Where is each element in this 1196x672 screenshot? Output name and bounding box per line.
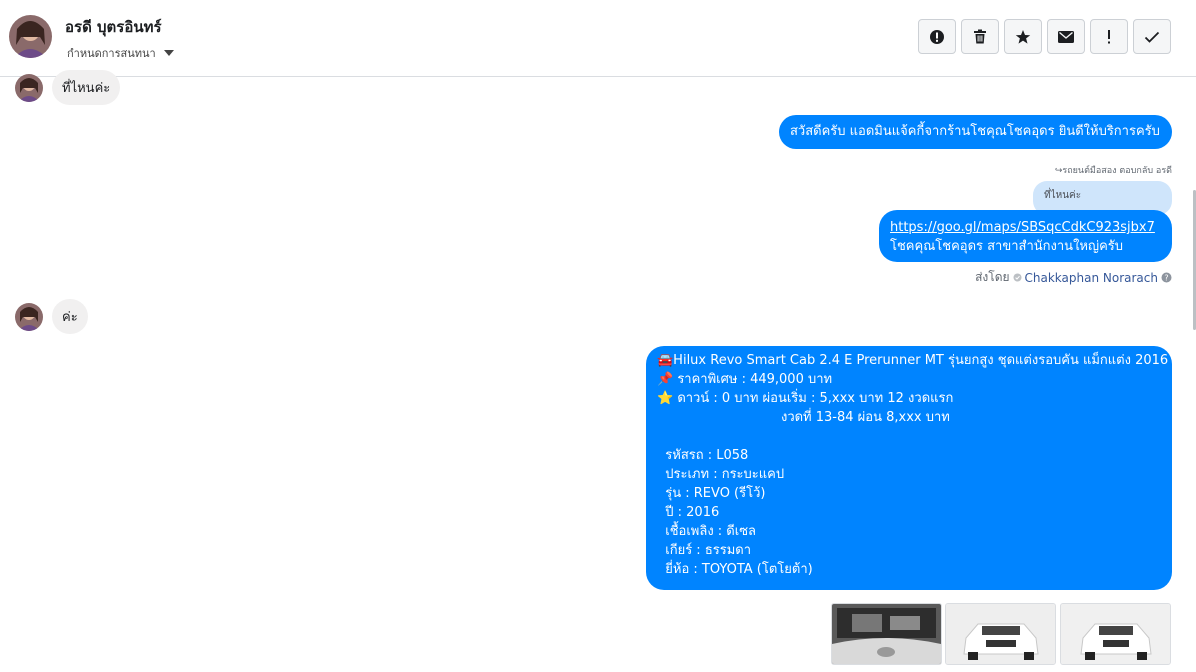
sent-by-line: ส่งโดย Chakkaphan Norarach ? [975, 268, 1172, 287]
trash-icon [974, 29, 986, 44]
verified-icon [1013, 273, 1022, 282]
sender-avatar[interactable] [15, 74, 43, 102]
contact-avatar[interactable] [9, 15, 52, 58]
outgoing-message[interactable]: สวัสดีครับ แอดมินแจ้คกี้จากร้านโชคุณโชคอ… [779, 115, 1172, 149]
sender-avatar[interactable] [15, 303, 43, 331]
listing-line: งวดที่ 13-84 ผ่อน 8,xxx บาท [657, 410, 950, 425]
listing-line: 🚘Hilux Revo Smart Cab 2.4 E Prerunner MT… [657, 353, 1169, 368]
reply-context-label: ↪รถยนต์มือสอง ตอบกลับ อรดี [1054, 166, 1172, 176]
car-photo-thumbnail[interactable] [831, 603, 942, 665]
svg-text:?: ? [1164, 274, 1168, 283]
spam-button[interactable] [1090, 19, 1128, 54]
check-icon [1144, 31, 1160, 43]
delete-button[interactable] [961, 19, 999, 54]
listing-line [657, 427, 1161, 446]
conversation-status-dropdown[interactable]: กำหนดการสนทนา [67, 44, 174, 62]
help-icon[interactable]: ? [1161, 272, 1172, 283]
sender-name[interactable]: Chakkaphan Norarach [1025, 271, 1158, 285]
sent-by-label: ส่งโดย [975, 270, 1010, 284]
listing-line: ยี่ห้อ : TOYOTA (โตโยต้า) [657, 562, 813, 577]
star-button[interactable] [1004, 19, 1042, 54]
caret-down-icon [163, 50, 174, 56]
exclamation-icon [1108, 29, 1110, 43]
listing-line: 📌 ราคาพิเศษ : 449,000 บาท [657, 372, 833, 387]
report-button[interactable] [918, 19, 956, 54]
conversation-status-label: กำหนดการสนทนา [67, 47, 156, 60]
star-icon [1015, 29, 1031, 44]
listing-line: รหัสรถ : L058 [657, 448, 749, 463]
contact-name[interactable]: อรดี บุตรอินทร์ [65, 15, 162, 39]
listing-line: รุ่น : REVO (รีโว้) [657, 486, 766, 501]
outgoing-listing-message[interactable]: 🚘Hilux Revo Smart Cab 2.4 E Prerunner MT… [646, 346, 1172, 590]
alert-circle-icon [930, 29, 944, 44]
mail-icon [1058, 30, 1074, 43]
listing-line: ปี : 2016 [657, 505, 720, 520]
conversation-header: อรดี บุตรอินทร์ กำหนดการสนทนา [0, 0, 1196, 77]
map-link[interactable]: https://goo.gl/maps/SBSqcCdkC923sjbx7 [890, 218, 1161, 237]
outgoing-link-message[interactable]: https://goo.gl/maps/SBSqcCdkC923sjbx7 โช… [879, 210, 1172, 262]
incoming-message[interactable]: ค่ะ [52, 299, 88, 334]
listing-line: เชื้อเพลิง : ดีเซล [657, 524, 756, 539]
listing-line: เกียร์ : ธรรมดา [657, 543, 752, 558]
mark-unread-button[interactable] [1047, 19, 1085, 54]
listing-line: ⭐ ดาวน์ : 0 บาท ผ่อนเริ่ม : 5,xxx บาท 12… [657, 391, 954, 406]
listing-line: ประเภท : กระบะแคป [657, 467, 785, 482]
mark-done-button[interactable] [1133, 19, 1171, 54]
link-caption: โชคคุณโชคอุดร สาขาสำนักงานใหญ่ครับ [890, 239, 1123, 254]
incoming-message[interactable]: ที่ไหนค่ะ [52, 70, 121, 105]
car-photo-thumbnail[interactable] [945, 603, 1056, 665]
car-photo-thumbnail[interactable] [1060, 603, 1171, 665]
header-actions [918, 19, 1171, 54]
